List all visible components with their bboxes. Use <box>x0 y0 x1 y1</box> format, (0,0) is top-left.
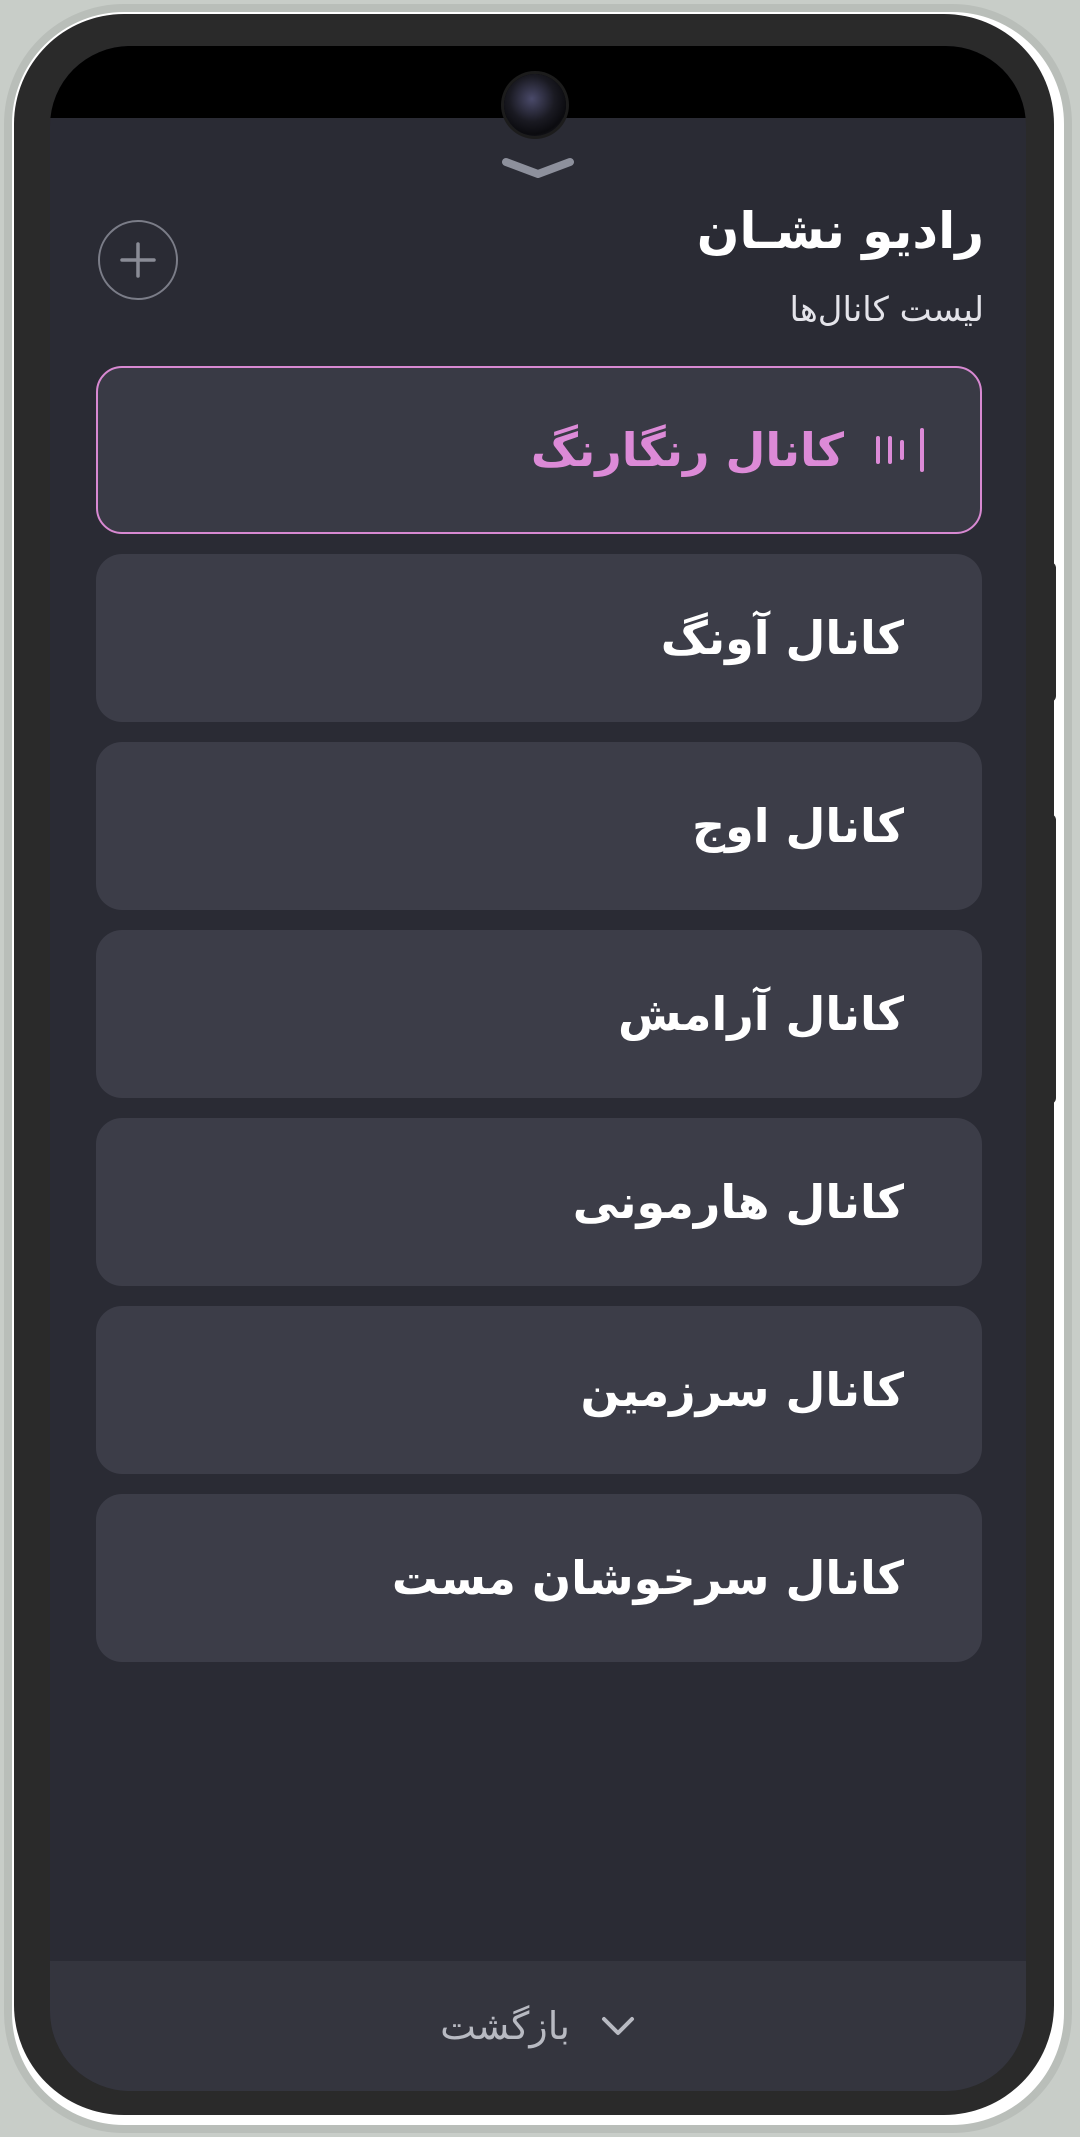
power-button <box>1042 814 1056 1104</box>
add-channel-button[interactable] <box>98 220 178 300</box>
channel-label: کانال آرامش <box>617 987 904 1041</box>
channel-list: کانال رنگارنگ کانال آونگ کانال اوج کانال… <box>96 366 982 1682</box>
chevron-down-icon <box>601 2017 634 2035</box>
back-button[interactable]: بازگشت <box>440 2004 636 2048</box>
channel-label: کانال رنگارنگ <box>530 423 844 477</box>
plus-icon <box>120 242 156 278</box>
bottom-bar: بازگشت <box>50 1961 1026 2091</box>
channel-item-avang[interactable]: کانال آونگ <box>96 554 982 722</box>
channel-item-rangarang[interactable]: کانال رنگارنگ <box>96 366 982 534</box>
channel-label: کانال سرخوشان مست <box>391 1551 904 1605</box>
back-label: بازگشت <box>440 2004 570 2048</box>
app-title: رادیو نشـان <box>696 202 984 260</box>
channel-item-harmony[interactable]: کانال هارمونی <box>96 1118 982 1286</box>
channel-label: کانال اوج <box>691 799 904 853</box>
header: رادیو نشـان لیست کانال‌ها <box>697 196 984 340</box>
channel-label: کانال سرزمین <box>580 1363 904 1417</box>
channel-label: کانال هارمونی <box>572 1175 904 1229</box>
volume-button <box>1042 562 1056 702</box>
equalizer-icon <box>874 428 926 472</box>
channel-label: کانال آونگ <box>660 611 904 665</box>
front-camera <box>504 74 566 136</box>
drag-handle-icon[interactable] <box>500 156 576 182</box>
page-subtitle: لیست کانال‌ها <box>789 290 984 330</box>
channel-item-owj[interactable]: کانال اوج <box>96 742 982 910</box>
channel-item-aramesh[interactable]: کانال آرامش <box>96 930 982 1098</box>
channel-item-sarkhoshan-mast[interactable]: کانال سرخوشان مست <box>96 1494 982 1662</box>
channel-item-sarzamin[interactable]: کانال سرزمین <box>96 1306 982 1474</box>
screen: رادیو نشـان لیست کانال‌ها کانال رنگارنگ … <box>50 46 1026 2091</box>
